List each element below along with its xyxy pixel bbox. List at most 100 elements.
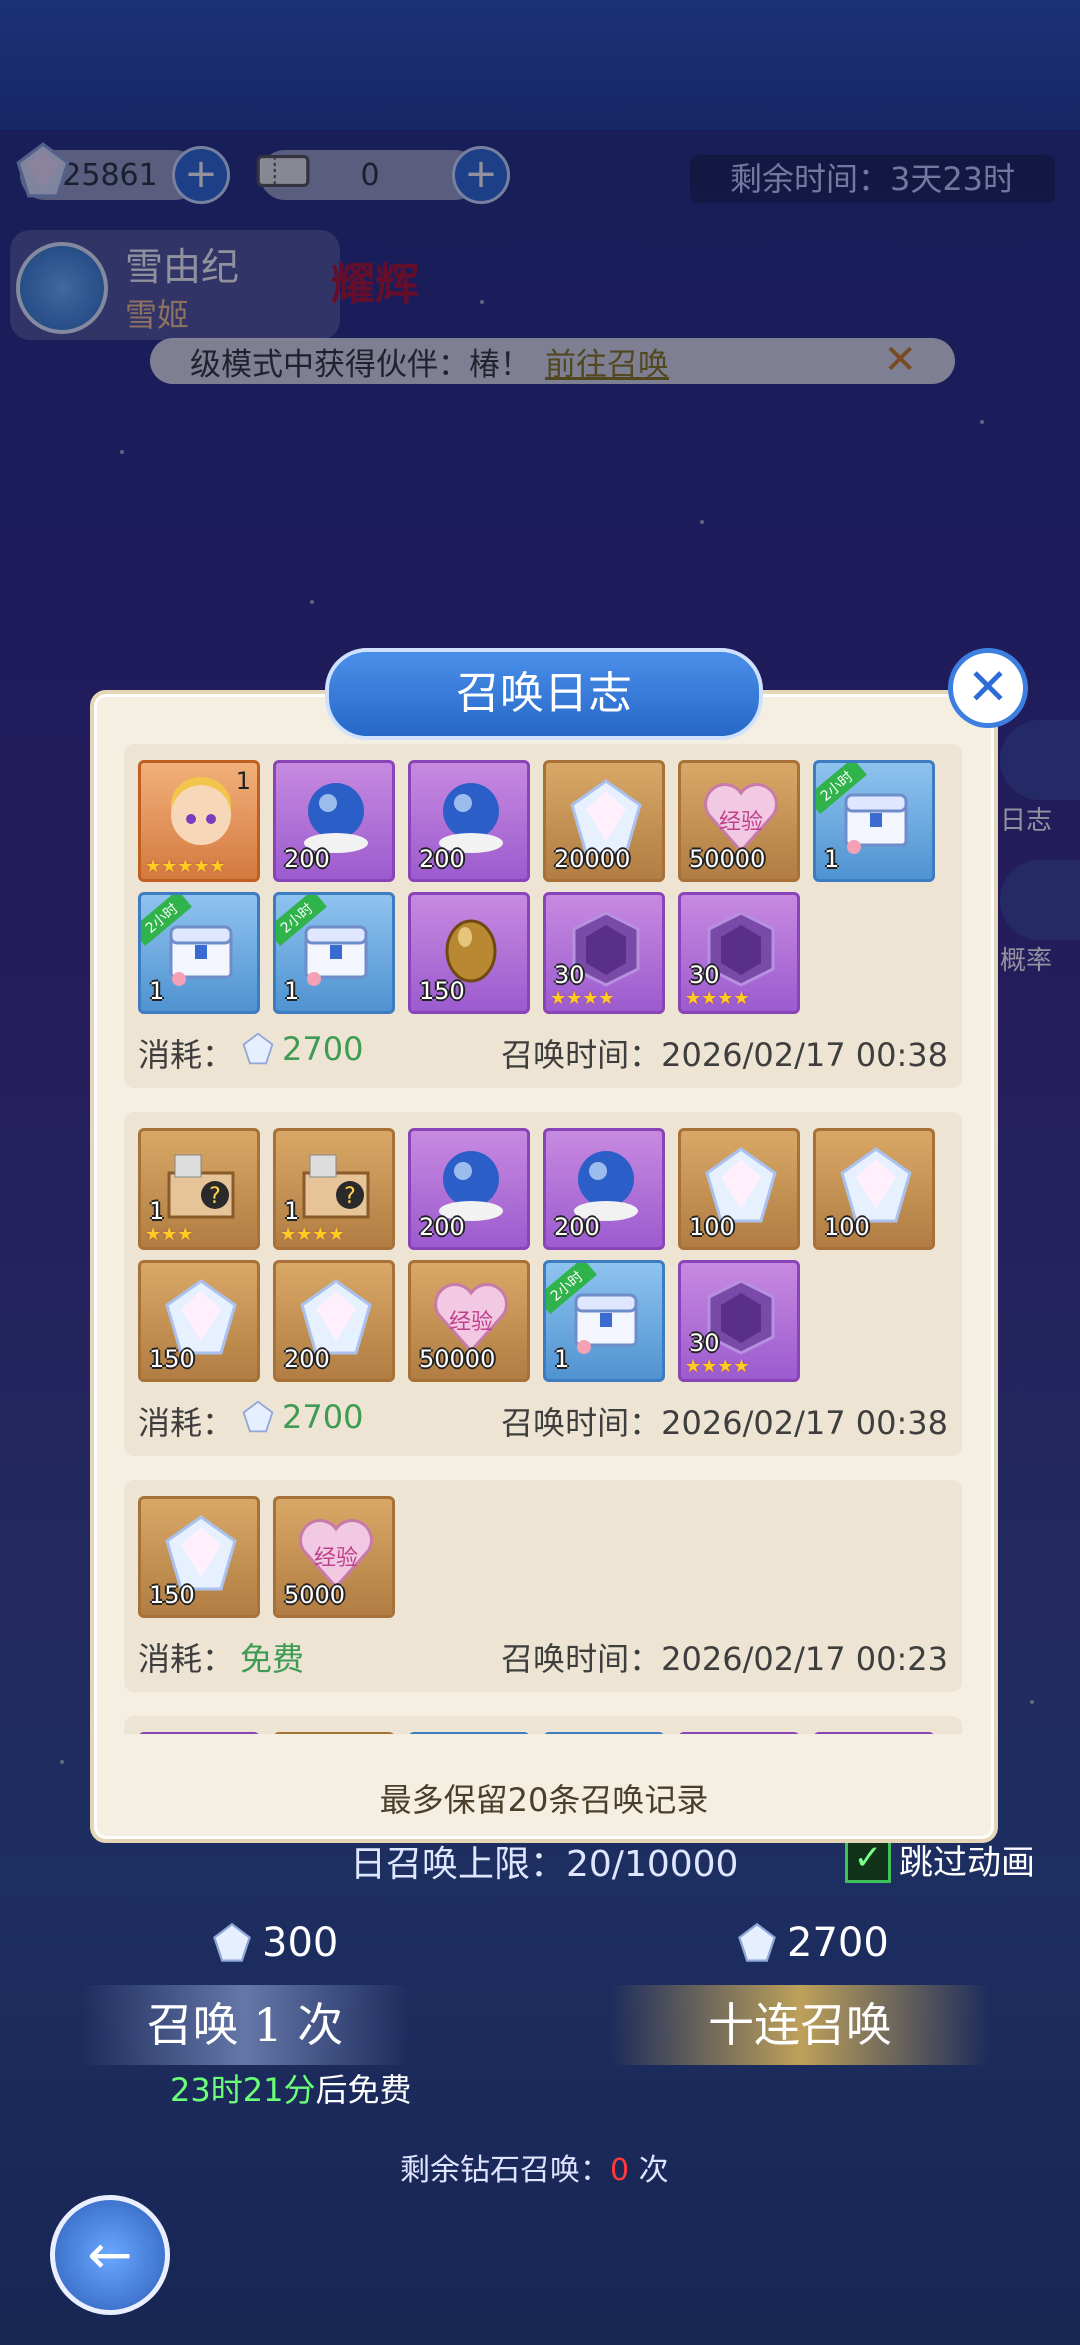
reward-quantity: 200 — [284, 845, 330, 873]
summon-time-label: 召唤时间： — [501, 1640, 662, 1678]
reward-quantity: 1 — [284, 977, 300, 1005]
consume-label: 消耗： — [138, 1404, 235, 1442]
free-countdown-time: 23时21分 — [170, 2071, 316, 2109]
reward-item-chest[interactable]: 2小时 1 — [543, 1260, 665, 1382]
svg-text:?: ? — [344, 1184, 356, 1209]
reward-item-chest[interactable]: 2小时 1 — [273, 892, 395, 1014]
box-icon: ? — [167, 1154, 235, 1219]
summon-time-label: 召唤时间： — [501, 1036, 662, 1074]
reward-item-diamond[interactable]: 100 — [813, 1128, 935, 1250]
consume-cost-value: 2700 — [282, 1030, 364, 1068]
star-rating: ★★★★ — [280, 1224, 345, 1245]
close-icon: ✕ — [967, 658, 1009, 716]
reward-quantity: 5000 — [284, 1581, 346, 1609]
reward-item-chest[interactable]: 2小时 — [408, 1732, 530, 1734]
reward-quantity: 1 — [554, 1345, 570, 1373]
consume-cost: 免费 — [240, 1634, 304, 1680]
reward-item-orb[interactable] — [138, 1732, 260, 1734]
remaining-diamond-value: 0 — [610, 2153, 630, 2188]
summon-time-value: 2026/02/17 00:23 — [661, 1640, 948, 1678]
reward-item-exp[interactable]: 经验 5000 — [273, 1496, 395, 1618]
reward-item-chest[interactable]: 2小时 1 — [138, 892, 260, 1014]
star-rating: ★★★ — [145, 1224, 194, 1245]
remaining-diamond-summons: 剩余钻石召唤：0 次 — [400, 2145, 669, 2189]
reward-grid: ? 1 ★★★? 1 ★★★★ 200 200 100 100 150 200 经验 50000 2小时 1… — [138, 1128, 948, 1382]
reward-quantity: 1 — [284, 1197, 300, 1225]
reward-quantity: 1 — [149, 1197, 165, 1225]
reward-quantity: 150 — [149, 1345, 195, 1373]
ten-summon-cost: 2700 — [735, 1920, 889, 1966]
ten-summon-button[interactable]: 十连召唤 — [610, 1985, 990, 2065]
free-countdown: 23时21分后免费 — [170, 2065, 411, 2111]
summon-log-dialog: 1 ★★★★★ 200 200 20000 经验 50000 2小时 1 2小时 1 2小时 1 150 3… — [90, 690, 998, 1843]
reward-quantity: 30 — [554, 961, 585, 989]
reward-quantity: 200 — [554, 1213, 600, 1241]
single-summon-cost: 300 — [210, 1920, 338, 1966]
consume-cost: 2700 — [240, 1398, 363, 1436]
svg-text:经验: 经验 — [449, 1310, 493, 1335]
reward-item-diamond[interactable]: 100 — [678, 1128, 800, 1250]
reward-quantity: 1 — [149, 977, 165, 1005]
reward-quantity: 1 — [824, 845, 840, 873]
reward-item-egg[interactable] — [678, 1732, 800, 1734]
summon-time: 召唤时间：2026/02/17 00:38 — [501, 1398, 948, 1444]
summon-once-button[interactable]: 召唤 1 次 — [80, 1985, 410, 2065]
record-limit-note: 最多保留20条召唤记录 — [379, 1781, 709, 1819]
reward-item-exp[interactable]: 经验 50000 — [678, 760, 800, 882]
reward-item-character[interactable]: 1 ★★★★★ — [138, 760, 260, 882]
reward-item-shard[interactable]: 30 ★★★★ — [543, 892, 665, 1014]
reward-item-shard[interactable]: 30 ★★★★ — [678, 892, 800, 1014]
reward-quantity: 150 — [419, 977, 465, 1005]
reward-item-diamond[interactable]: 150 — [138, 1496, 260, 1618]
dialog-title: 召唤日志 — [325, 648, 763, 740]
remaining-diamond-unit: 次 — [638, 2153, 669, 2188]
summon-time-value: 2026/02/17 00:38 — [661, 1036, 948, 1074]
reward-quantity: 1 — [235, 767, 251, 795]
reward-item-egg[interactable]: 150 — [408, 892, 530, 1014]
consume-cost: 2700 — [240, 1030, 363, 1068]
reward-item-orb[interactable]: 200 — [408, 760, 530, 882]
free-countdown-suffix: 后免费 — [315, 2071, 412, 2109]
summon-time: 召唤时间：2026/02/17 00:38 — [501, 1030, 948, 1076]
close-dialog-button[interactable]: ✕ — [948, 648, 1028, 728]
reward-item-exp[interactable]: 经验 50000 — [408, 1260, 530, 1382]
reward-quantity: 200 — [419, 1213, 465, 1241]
consume-label: 消耗： — [138, 1036, 235, 1074]
consume-cost-value: 免费 — [240, 1640, 305, 1678]
star-rating: ★★★★ — [685, 1356, 750, 1377]
reward-quantity: 150 — [149, 1581, 195, 1609]
reward-quantity: 30 — [689, 1329, 720, 1357]
reward-item-diamond[interactable]: 150 — [138, 1260, 260, 1382]
summon-records-list[interactable]: 1 ★★★★★ 200 200 20000 经验 50000 2小时 1 2小时 1 2小时 1 150 3… — [124, 744, 962, 1734]
summon-record: 1 ★★★★★ 200 200 20000 经验 50000 2小时 1 2小时 1 2小时 1 150 3… — [124, 744, 962, 1088]
record-footer: 消耗： 2700 召唤时间：2026/02/17 00:38 — [138, 1024, 948, 1074]
reward-item-box[interactable]: ? — [273, 1732, 395, 1734]
reward-item-egg[interactable] — [813, 1732, 935, 1734]
reward-item-shard[interactable]: 30 ★★★★ — [678, 1260, 800, 1382]
reward-item-chest[interactable]: 2小时 — [543, 1732, 665, 1734]
reward-item-orb[interactable]: 200 — [408, 1128, 530, 1250]
reward-quantity: 20000 — [554, 845, 631, 873]
reward-item-orb[interactable]: 200 — [273, 760, 395, 882]
summon-record: ? 1 ★★★? 1 ★★★★ 200 200 100 100 150 200 经验 50000 2小时 1… — [124, 1112, 962, 1456]
remaining-diamond-label: 剩余钻石召唤： — [400, 2153, 610, 2188]
back-arrow-icon: ← — [87, 2223, 133, 2286]
reward-quantity: 100 — [824, 1213, 870, 1241]
reward-grid: 1 ★★★★★ 200 200 20000 经验 50000 2小时 1 2小时 1 2小时 1 150 3… — [138, 760, 948, 1014]
reward-item-box[interactable]: ? 1 ★★★★ — [273, 1128, 395, 1250]
reward-quantity: 30 — [689, 961, 720, 989]
reward-item-chest[interactable]: 2小时 1 — [813, 760, 935, 882]
reward-item-diamond[interactable]: 20000 — [543, 760, 665, 882]
reward-quantity: 200 — [284, 1345, 330, 1373]
summon-time: 召唤时间：2026/02/17 00:23 — [501, 1634, 948, 1680]
diamond-icon — [738, 1922, 776, 1962]
single-summon-cost-value: 300 — [262, 1920, 339, 1966]
reward-item-box[interactable]: ? 1 ★★★ — [138, 1128, 260, 1250]
reward-item-orb[interactable]: 200 — [543, 1128, 665, 1250]
checkbox-icon[interactable]: ✓ — [845, 1836, 891, 1883]
ten-summon-cost-value: 2700 — [787, 1920, 889, 1966]
consume-label: 消耗： — [138, 1640, 235, 1678]
character-icon — [171, 777, 231, 845]
back-button[interactable]: ← — [50, 2195, 170, 2315]
reward-item-diamond[interactable]: 200 — [273, 1260, 395, 1382]
